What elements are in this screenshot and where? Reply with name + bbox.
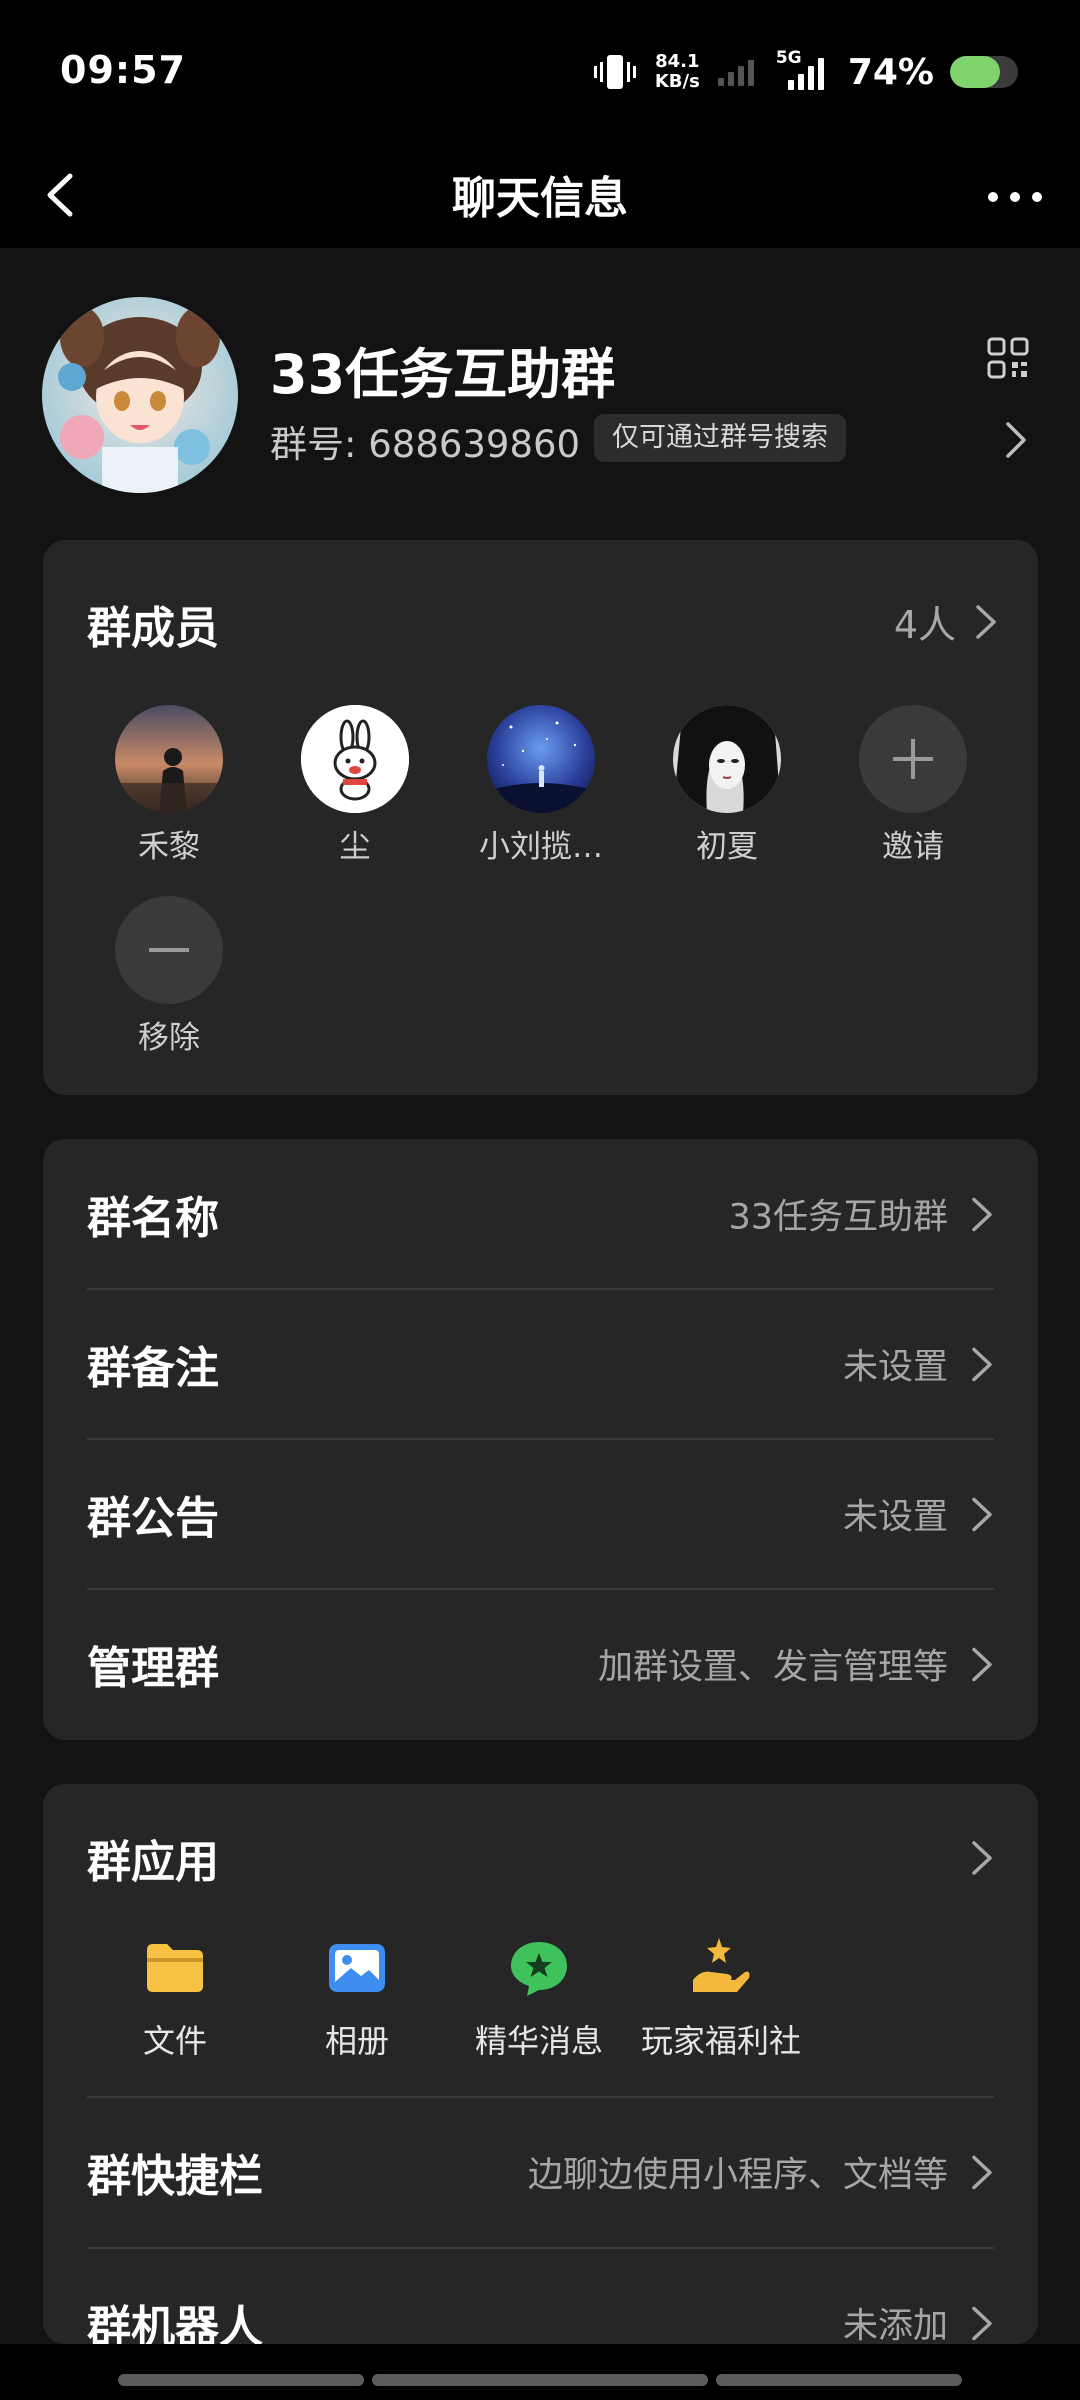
group-id-label: 群号: (270, 423, 357, 466)
setting-value-wrap: 未添加 (843, 2298, 994, 2349)
invite-button[interactable]: 邀请 (833, 705, 993, 866)
setting-row-group-remark[interactable]: 群备注 未设置 (87, 1289, 994, 1439)
setting-value-wrap: 33任务互助群 (728, 1189, 994, 1240)
more-dots-icon[interactable] (980, 162, 1050, 232)
chevron-right-icon (972, 2155, 992, 2189)
app-item-essence[interactable]: 精华消息 (449, 1936, 629, 2062)
battery-fill (950, 56, 1001, 88)
group-id[interactable]: 群号: 688639860 (270, 414, 580, 468)
setting-value: 未设置 (842, 1347, 948, 1388)
setting-label: 管理群 (87, 1643, 219, 1694)
setting-value-wrap: 边聊边使用小程序、文档等 (528, 2147, 994, 2198)
setting-row-group-notice[interactable]: 群公告 未设置 (87, 1439, 994, 1589)
app-label: 精华消息 (474, 2022, 603, 2060)
signal-5g: 5G (776, 48, 832, 92)
minus-icon (115, 896, 223, 1004)
plus-icon (859, 705, 967, 813)
setting-label: 群备注 (87, 1343, 219, 1394)
chevron-right-icon (976, 604, 996, 639)
member-item[interactable]: 禾黎 (89, 705, 249, 866)
member-name: 初夏 (696, 829, 758, 865)
members-title: 群成员 (87, 603, 219, 654)
setting-row-manage-group[interactable]: 管理群 加群设置、发言管理等 (87, 1589, 994, 1739)
gesture-handle[interactable] (716, 2374, 962, 2386)
members-card: 群成员 4人 禾黎 尘 小刘揽… 初夏 邀请 移除 (43, 540, 1038, 1095)
remove-label: 移除 (138, 1020, 200, 1056)
apps-card: 群应用 文件 相册 精华消息 玩家福利社 群快捷栏 边聊边使用小程序、文档等 群… (43, 1784, 1038, 2353)
group-avatar[interactable] (42, 297, 238, 493)
setting-value-wrap: 未设置 (843, 1339, 994, 1390)
chevron-right-icon (972, 1497, 992, 1531)
remove-button[interactable]: 移除 (89, 896, 249, 1057)
status-time: 09:57 (60, 48, 186, 92)
setting-row-shortcut-bar[interactable]: 群快捷栏 边聊边使用小程序、文档等 (87, 2097, 994, 2247)
vibrate-icon (593, 55, 636, 89)
avatar (487, 705, 595, 813)
screen: 09:57 84.1 KB/s 5G 74% 聊天信息 33任务互助群 群号: … (0, 0, 1080, 2400)
net-speed-unit: KB/s (654, 71, 700, 92)
setting-value: 加群设置、发言管理等 (597, 1647, 948, 1688)
app-item-files[interactable]: 文件 (85, 1936, 265, 2062)
members-count-link[interactable]: 4人 (894, 594, 998, 649)
shortcut-label: 群快捷栏 (87, 2151, 263, 2202)
chevron-right-icon[interactable] (1002, 420, 1030, 460)
setting-label: 群名称 (87, 1193, 219, 1244)
status-icons: 84.1 KB/s 5G 74% (591, 48, 1018, 94)
page-title: 聊天信息 (452, 173, 628, 224)
avatar (301, 705, 409, 813)
app-item-album[interactable]: 相册 (267, 1936, 447, 2062)
setting-label: 群公告 (87, 1493, 219, 1544)
app-label: 文件 (142, 2022, 207, 2060)
robot-value: 未添加 (842, 2306, 948, 2347)
chevron-right-icon (972, 2306, 992, 2340)
gesture-handle[interactable] (372, 2374, 708, 2386)
chevron-right-icon (972, 1647, 992, 1681)
chevron-right-icon (972, 1197, 992, 1231)
setting-value: 33任务互助群 (728, 1197, 948, 1238)
group-avatar-image (42, 297, 238, 493)
apps-title: 群应用 (87, 1837, 219, 1888)
invite-label: 邀请 (882, 829, 944, 865)
signal-strong-icon (787, 58, 824, 90)
status-bar: 09:57 84.1 KB/s 5G 74% (0, 0, 1080, 140)
member-item[interactable]: 尘 (275, 705, 435, 866)
shortcut-value: 边聊边使用小程序、文档等 (527, 2155, 948, 2196)
battery-percent: 74% (847, 51, 934, 93)
folder-icon (147, 1944, 203, 1992)
settings-card: 群名称 33任务互助群 群备注 未设置 群公告 未设置 管理群 加群设置、发言管… (43, 1139, 1038, 1740)
member-item[interactable]: 小刘揽… (461, 705, 621, 866)
avatar (673, 705, 781, 813)
member-name: 尘 (339, 829, 371, 865)
net-speed-value: 84.1 (655, 51, 700, 72)
member-item[interactable]: 初夏 (647, 705, 807, 866)
apps-header-row[interactable]: 群应用 (87, 1784, 994, 1932)
gift-hand-icon (693, 1938, 750, 1992)
group-name: 33任务互助群 (270, 343, 616, 406)
setting-value-wrap: 未设置 (843, 1489, 994, 1540)
member-name: 小刘揽… (479, 829, 603, 865)
battery-icon (950, 56, 1018, 88)
star-bubble-icon (511, 1942, 567, 1996)
photo-icon (329, 1944, 385, 1992)
search-badge: 仅可通过群号搜索 (594, 414, 846, 462)
chevron-right-icon (972, 1841, 992, 1875)
setting-row-group-name[interactable]: 群名称 33任务互助群 (87, 1139, 994, 1289)
member-name: 禾黎 (138, 829, 200, 865)
app-label: 玩家福利社 (640, 2022, 801, 2060)
nav-bar: 聊天信息 (0, 140, 1080, 248)
net-speed: 84.1 KB/s (655, 52, 700, 92)
setting-value: 未设置 (842, 1497, 948, 1538)
apps-header-chevron (970, 1839, 994, 1877)
app-item-player-welfare[interactable]: 玩家福利社 (631, 1936, 811, 2062)
avatar (115, 705, 223, 813)
qr-code-icon[interactable] (986, 336, 1030, 380)
group-id-value: 688639860 (368, 423, 581, 466)
setting-value-wrap: 加群设置、发言管理等 (598, 1639, 994, 1690)
gesture-handle[interactable] (118, 2374, 364, 2386)
chevron-right-icon (972, 1347, 992, 1381)
signal-weak-icon (717, 60, 754, 86)
members-count: 4人 (893, 603, 956, 647)
gesture-bar-area (0, 2344, 1080, 2400)
app-label: 相册 (324, 2022, 389, 2060)
